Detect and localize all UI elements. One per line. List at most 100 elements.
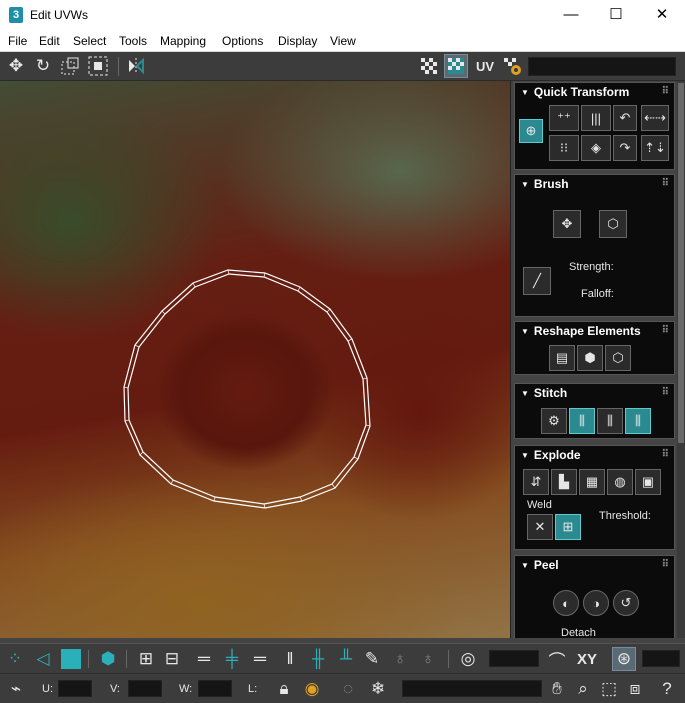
- menu-view[interactable]: View: [330, 34, 356, 48]
- relax-brush-icon[interactable]: ⬡: [599, 210, 627, 238]
- quick-peel-icon[interactable]: ◐: [553, 590, 579, 616]
- scrollbar-thumb[interactable]: [678, 83, 684, 443]
- pan-icon[interactable]: ✋︎: [545, 677, 569, 701]
- rotate-ccw-icon[interactable]: ↶: [613, 105, 637, 131]
- stitch-average-icon[interactable]: ⫼: [597, 408, 623, 434]
- paint-move-icon[interactable]: ✥: [553, 210, 581, 238]
- lock-icon[interactable]: 🔒︎: [272, 677, 296, 701]
- paint-select-icon[interactable]: ✎: [360, 647, 384, 671]
- brush-curve-icon[interactable]: ╱: [523, 267, 551, 295]
- maximize-button[interactable]: ☐: [593, 0, 639, 30]
- menu-edit[interactable]: Edit: [39, 34, 60, 48]
- rollout-header[interactable]: ▼ Peel ⠿: [515, 556, 674, 574]
- stitch-custom-icon[interactable]: ⚙: [541, 408, 567, 434]
- menu-options[interactable]: Options: [222, 34, 263, 48]
- soft-select-icon[interactable]: ◎: [456, 647, 480, 671]
- rollout-title: Reshape Elements: [533, 324, 641, 338]
- stitch-to-source-icon[interactable]: ⫼: [625, 408, 651, 434]
- space-horizontal-icon[interactable]: ⇠⇢: [641, 105, 669, 131]
- edge-select-icon[interactable]: ◁: [31, 647, 55, 671]
- reset-peel-icon[interactable]: ↺: [613, 590, 639, 616]
- align-vertical-icon[interactable]: |||: [581, 105, 611, 131]
- stitch-to-target-icon[interactable]: ⫼: [569, 408, 595, 434]
- uv-label[interactable]: UV: [473, 54, 497, 78]
- settings-icon[interactable]: [500, 54, 524, 78]
- strength-label: Strength:: [569, 261, 614, 273]
- point-to-point-icon[interactable]: ♁: [388, 647, 412, 671]
- weld-all-icon[interactable]: ⊞: [555, 514, 581, 540]
- v-field[interactable]: [128, 680, 162, 697]
- rotate-cw-icon[interactable]: ↷: [613, 135, 637, 161]
- menu-select[interactable]: Select: [73, 34, 106, 48]
- shrink-selection-icon[interactable]: ⊟: [160, 647, 184, 671]
- align-center-icon[interactable]: ◈: [581, 135, 611, 161]
- peel-mode-icon[interactable]: ◑: [583, 590, 609, 616]
- weld-selected-icon[interactable]: ✕: [527, 514, 553, 540]
- explode-grid-icon[interactable]: ▦: [579, 469, 605, 495]
- pivot-center-icon[interactable]: ⊕: [519, 119, 543, 143]
- zoom-extents-icon[interactable]: ⧈: [623, 677, 647, 701]
- grow-selection-icon[interactable]: ⊞: [134, 647, 158, 671]
- relative-absolute-icon[interactable]: ⌁: [4, 677, 28, 701]
- tool-panel: ▼ Quick Transform ⠿ ⊕ ⁺⁺ ||| ↶ ⇠⇢ ⁝⁝ ◈ ↷ ⇡…: [510, 81, 685, 638]
- edge-distance-value[interactable]: [642, 650, 680, 667]
- point-to-point-alt-icon[interactable]: ♁: [416, 647, 440, 671]
- explode-material-icon[interactable]: ▣: [635, 469, 661, 495]
- space-vertical-icon[interactable]: ⇡⇣: [641, 135, 669, 161]
- element-select-icon[interactable]: ⬢: [96, 647, 120, 671]
- help-icon[interactable]: ?: [655, 677, 679, 701]
- menu-mapping[interactable]: Mapping: [160, 34, 206, 48]
- ring-select-icon[interactable]: ‖: [278, 647, 302, 671]
- menu-file[interactable]: File: [8, 34, 27, 48]
- straighten-icon[interactable]: ▤: [549, 345, 575, 371]
- u-field[interactable]: [58, 680, 92, 697]
- w-field[interactable]: [198, 680, 232, 697]
- texture-dropdown[interactable]: [528, 57, 676, 76]
- loop-shrink-icon[interactable]: ═: [248, 647, 272, 671]
- menu-display[interactable]: Display: [278, 34, 317, 48]
- show-icon[interactable]: ◌: [336, 677, 360, 701]
- loop-grow-icon[interactable]: ╪: [220, 647, 244, 671]
- menu-tools[interactable]: Tools: [119, 34, 147, 48]
- ring-grow-icon[interactable]: ╫: [306, 647, 330, 671]
- scale-icon[interactable]: [58, 54, 82, 78]
- texture-map-icon[interactable]: [444, 54, 468, 78]
- loop-select-icon[interactable]: ═: [192, 647, 216, 671]
- rollout-header[interactable]: ▼ Stitch ⠿: [515, 384, 674, 402]
- close-button[interactable]: ✕: [639, 0, 685, 30]
- move-icon[interactable]: ✥: [4, 54, 28, 78]
- freeze-icon[interactable]: ❄: [366, 677, 390, 701]
- separator: [118, 57, 119, 76]
- separator: [88, 650, 89, 668]
- limit-select-icon[interactable]: ⊛: [612, 647, 636, 671]
- filter-field[interactable]: [402, 680, 542, 697]
- rollout-header[interactable]: ▼ Reshape Elements ⠿: [515, 322, 674, 340]
- zoom-region-icon[interactable]: ⬚: [597, 677, 621, 701]
- rotate-icon[interactable]: ↻: [31, 54, 55, 78]
- shape-icon[interactable]: ⬡: [605, 345, 631, 371]
- soft-select-value[interactable]: [489, 650, 539, 667]
- mirror-icon[interactable]: [124, 54, 148, 78]
- relax-icon[interactable]: ⬢: [577, 345, 603, 371]
- face-select-icon[interactable]: [59, 647, 83, 671]
- minimize-button[interactable]: —: [548, 0, 594, 30]
- falloff-curve-icon[interactable]: ⌒: [545, 647, 569, 671]
- checker-map-icon[interactable]: [417, 54, 441, 78]
- hide-icon[interactable]: ◉: [300, 677, 324, 701]
- rollout-header[interactable]: ▼ Explode ⠿: [515, 446, 674, 464]
- align-left-icon[interactable]: ⁝⁝: [549, 135, 579, 161]
- explode-faces-icon[interactable]: ▙: [551, 469, 577, 495]
- zoom-icon[interactable]: ⌕: [571, 677, 595, 701]
- xy-label[interactable]: XY: [572, 647, 602, 671]
- ring-shrink-icon[interactable]: ╨: [334, 647, 358, 671]
- align-horizontal-icon[interactable]: ⁺⁺: [549, 105, 579, 131]
- break-icon[interactable]: ⇵: [523, 469, 549, 495]
- explode-smoothing-icon[interactable]: ◍: [607, 469, 633, 495]
- uv-viewport[interactable]: [0, 81, 510, 638]
- freeform-icon[interactable]: [86, 54, 110, 78]
- panel-scrollbar[interactable]: [677, 81, 685, 638]
- rollout-header[interactable]: ▼ Quick Transform ⠿: [515, 83, 674, 101]
- vertex-select-icon[interactable]: ⁘: [3, 647, 27, 671]
- top-toolbar: ✥ ↻ UV: [0, 52, 685, 81]
- rollout-header[interactable]: ▼ Brush ⠿: [515, 175, 674, 193]
